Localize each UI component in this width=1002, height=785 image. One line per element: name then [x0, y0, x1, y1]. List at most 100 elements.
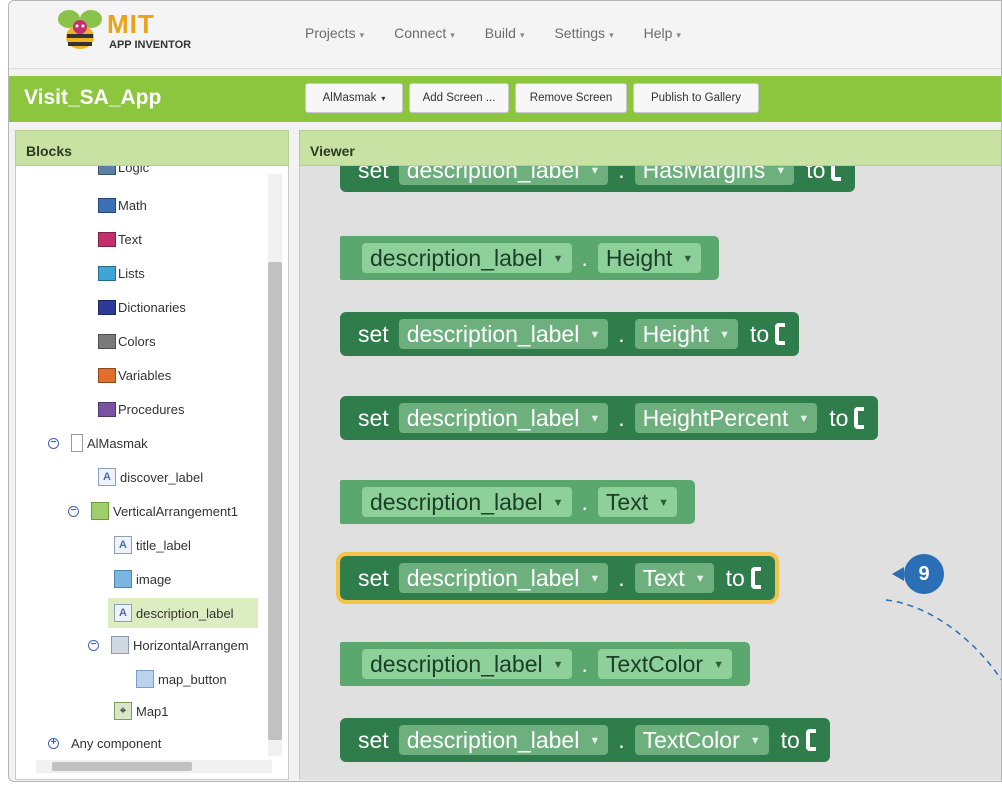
component-dropdown[interactable]: description_label ▼ [398, 563, 609, 593]
menu-build[interactable]: Build ▾ [485, 25, 525, 41]
chevron-down-icon: ▼ [798, 412, 810, 425]
builtin-text[interactable]: Text [98, 232, 142, 247]
component-label: image [136, 571, 172, 587]
component-dropdown[interactable]: description_label ▼ [398, 725, 609, 755]
set-height-block[interactable]: set description_label ▼ . Height ▼ to [340, 312, 800, 356]
collapse-icon[interactable]: − [48, 437, 59, 449]
input-socket [805, 729, 816, 751]
set-text-block[interactable]: set description_label ▼ . Text ▼ to [336, 552, 779, 604]
main-menu: Projects ▾ Connect ▾ Build ▾ Settings ▾ Help… [305, 25, 711, 41]
menu-settings[interactable]: Settings ▾ [554, 25, 613, 41]
menu-connect[interactable]: Connect ▾ [394, 25, 455, 41]
component-dropdown[interactable]: description_label ▼ [362, 649, 572, 679]
chevron-down-icon: ▼ [658, 496, 669, 509]
app-inventor-logo[interactable]: MIT APP INVENTOR [55, 7, 215, 61]
component-name: description_label [370, 489, 543, 515]
get-height-block[interactable]: description_label ▼ . Height ▼ [340, 236, 720, 280]
collapse-icon[interactable]: − [68, 505, 79, 517]
input-socket [831, 166, 842, 181]
component-vertical-arrangement[interactable]: − VerticalArrangement1 [68, 502, 238, 520]
procedures-swatch-icon [98, 402, 116, 417]
dot-separator: . [581, 244, 588, 271]
menu-help-label: Help [643, 25, 673, 41]
property-dropdown[interactable]: Height ▼ [597, 243, 702, 273]
component-label: VerticalArrangement1 [113, 503, 239, 519]
tree-horizontal-thumb[interactable] [52, 762, 192, 771]
builtin-label: Colors [118, 334, 156, 349]
chevron-down-icon: ▼ [775, 166, 787, 177]
property-dropdown[interactable]: Text ▼ [597, 487, 677, 517]
property-dropdown[interactable]: HeightPercent ▼ [634, 403, 818, 433]
builtin-variables[interactable]: Variables [98, 368, 171, 383]
component-dropdown[interactable]: description_label ▼ [362, 243, 572, 273]
component-dropdown[interactable]: description_label ▼ [398, 166, 609, 185]
set-textcolor-block[interactable]: set description_label ▼ . TextColor ▼ to [340, 718, 830, 762]
expand-icon[interactable]: + [48, 738, 59, 749]
component-map-button[interactable]: map_button [136, 670, 227, 688]
chevron-down-icon: ▾ [359, 30, 365, 40]
screen-node[interactable]: − AlMasmak [48, 434, 148, 452]
component-horizontal-arrangement[interactable]: − HorizontalArrangem [88, 636, 249, 654]
chevron-down-icon: ▼ [589, 572, 601, 585]
property-dropdown[interactable]: Text ▼ [634, 563, 714, 593]
builtin-procedures[interactable]: Procedures [98, 402, 184, 417]
builtin-label: Procedures [118, 402, 185, 417]
tree-scroll-thumb[interactable] [268, 262, 282, 740]
collapse-icon[interactable]: − [88, 639, 99, 651]
publish-to-gallery-button[interactable]: Publish to Gallery [633, 83, 759, 113]
component-dropdown[interactable]: description_label ▼ [362, 487, 572, 517]
component-name: description_label [370, 245, 543, 271]
property-dropdown[interactable]: HasMargins ▼ [634, 166, 795, 185]
bee-logo-icon [58, 10, 102, 49]
input-socket [750, 567, 761, 589]
component-name: description_label [406, 565, 580, 591]
chevron-down-icon: ▼ [552, 496, 564, 509]
builtin-logic[interactable]: Logic [98, 166, 149, 175]
property-dropdown[interactable]: Height ▼ [634, 319, 738, 349]
dashed-connector-line [885, 599, 1001, 681]
menu-projects[interactable]: Projects ▾ [305, 25, 364, 41]
remove-screen-button[interactable]: Remove Screen [515, 83, 627, 113]
get-textcolor-block[interactable]: description_label ▼ . TextColor ▼ [340, 642, 750, 686]
set-keyword: set [358, 320, 389, 347]
builtin-math[interactable]: Math [98, 198, 147, 213]
builtin-dictionaries[interactable]: Dictionaries [98, 300, 186, 315]
menu-help[interactable]: Help ▾ [644, 25, 681, 41]
to-keyword: to [829, 404, 849, 431]
menu-connect-label: Connect [394, 25, 447, 41]
builtin-lists[interactable]: Lists [98, 266, 145, 281]
dot-separator: . [581, 488, 588, 515]
component-name: description_label [406, 727, 580, 753]
builtin-label: Lists [118, 266, 145, 281]
blocks-panel: Blocks Logic Math Text Lists Dictionarie… [15, 130, 289, 780]
any-component-node[interactable]: + Any component [48, 736, 161, 751]
property-dropdown[interactable]: TextColor ▼ [634, 725, 769, 755]
viewer-title: Viewer [299, 130, 1001, 166]
get-text-block[interactable]: description_label ▼ . Text ▼ [340, 480, 695, 524]
add-screen-button[interactable]: Add Screen ... [409, 83, 509, 113]
component-title-label[interactable]: Atitle_label [114, 536, 191, 554]
component-dropdown[interactable]: description_label ▼ [398, 403, 609, 433]
property-name: HasMargins [642, 166, 766, 183]
component-map[interactable]: ⌖ Map1 [114, 702, 169, 720]
component-image[interactable]: image [114, 570, 171, 588]
builtin-colors[interactable]: Colors [98, 334, 156, 349]
property-dropdown[interactable]: TextColor ▼ [597, 649, 732, 679]
menu-settings-label: Settings [554, 25, 606, 41]
screen-select-button[interactable]: AlMasmak ▾ [305, 83, 403, 113]
lists-swatch-icon [98, 266, 116, 281]
to-keyword: to [725, 564, 745, 591]
logic-swatch-icon [98, 166, 116, 175]
component-discover-label[interactable]: Adiscover_label [98, 468, 203, 486]
viewer-panel: Viewer set description_label ▼ . HasMargi… [299, 130, 1001, 780]
property-name: HeightPercent [642, 405, 789, 431]
component-dropdown[interactable]: description_label ▼ [398, 319, 609, 349]
horizontal-arrangement-icon [111, 636, 129, 654]
builtin-label: Text [118, 232, 142, 247]
component-description-label[interactable]: Adescription_label [108, 598, 258, 628]
blocks-workspace[interactable]: set description_label ▼ . HasMargins ▼ to … [299, 166, 1001, 780]
component-name: description_label [406, 166, 580, 183]
set-hasmargins-block[interactable]: set description_label ▼ . HasMargins ▼ to [340, 166, 856, 192]
set-heightpercent-block[interactable]: set description_label ▼ . HeightPercent ▼ … [340, 396, 879, 440]
dot-separator: . [618, 564, 625, 591]
